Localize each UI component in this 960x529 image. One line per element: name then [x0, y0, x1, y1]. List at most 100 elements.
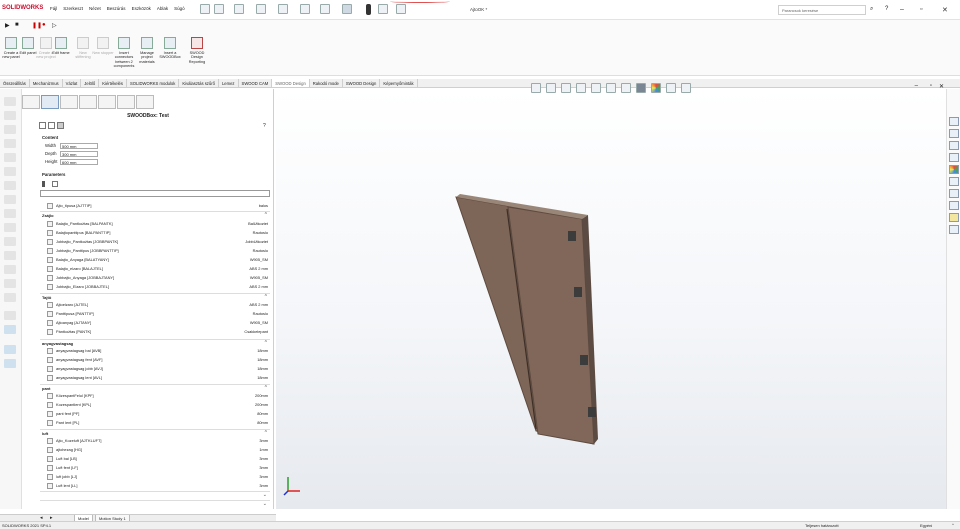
parameter-value[interactable]: ABS 2 mm: [249, 301, 268, 309]
depth-field[interactable]: 300 mm: [60, 151, 98, 157]
table-row[interactable]: ajtohezag [HG] 1mm: [40, 446, 270, 454]
tool-icon[interactable]: [4, 325, 16, 334]
tab-solidworks-addins[interactable]: SOLIDWORKS modulok: [127, 79, 180, 87]
parameter-value[interactable]: JobbUtkoztet: [245, 238, 268, 246]
parameter-value[interactable]: Rautoslo: [253, 229, 268, 237]
table-row[interactable]: Ajto_Kozeluft [AJTKLUFT] 3mm: [40, 437, 270, 445]
custom-properties-icon[interactable]: [949, 177, 959, 186]
tab-mechanism[interactable]: Mechanizmus: [30, 79, 63, 87]
table-row[interactable]: Ajtoelzaro [AJTEL] ABS 2 mm: [40, 301, 270, 309]
menu-item-view[interactable]: Nézet: [89, 6, 101, 11]
graphics-area[interactable]: – ▫ ✕: [276, 83, 946, 509]
table-row[interactable]: Panttipusa [PANTTIP] Rautoslo: [40, 310, 270, 318]
tab-markup[interactable]: Jelölő: [81, 79, 100, 87]
parameter-value[interactable]: 3mm: [259, 464, 268, 472]
help-icon[interactable]: ?: [263, 123, 266, 129]
height-field[interactable]: 600 mm: [60, 159, 98, 165]
tab-evaluate[interactable]: Kiértékelés: [99, 79, 127, 87]
table-row[interactable]: Balajto_elzaro [BALAJTEL] ABS 2 mm: [40, 265, 270, 273]
parameter-value[interactable]: 18mm: [257, 365, 268, 373]
undo-icon[interactable]: [300, 4, 310, 14]
table-row[interactable]: pant fent [PF] 80mm: [40, 410, 270, 418]
tab-rakodo-mode[interactable]: Rakodó mode: [310, 79, 343, 87]
table-row[interactable]: Luft fent [LF] 3mm: [40, 464, 270, 472]
tool-icon[interactable]: [4, 153, 16, 162]
redo-icon[interactable]: [320, 4, 330, 14]
chevron-up-icon[interactable]: ^: [265, 385, 267, 391]
forum-icon[interactable]: [949, 225, 959, 234]
save-icon[interactable]: [256, 4, 266, 14]
tool-icon[interactable]: [4, 223, 16, 232]
stop-icon[interactable]: ■: [15, 22, 19, 28]
tool-icon[interactable]: [4, 311, 16, 320]
parameter-value[interactable]: balos: [259, 202, 268, 210]
table-row[interactable]: anyagvastagsag fent [AVF] 18mm: [40, 356, 270, 364]
parameter-value[interactable]: 18mm: [257, 374, 268, 382]
swood-design-reporting-button[interactable]: SWOOD Design Reporting: [186, 37, 208, 64]
insert-swoodbox-button[interactable]: Insert a SWOODBox: [159, 37, 181, 60]
parameter-value[interactable]: 200mm: [255, 392, 268, 400]
tool-icon[interactable]: [4, 181, 16, 190]
parameter-value[interactable]: 3mm: [259, 455, 268, 463]
tab-swood-cam[interactable]: SWOOD CAM: [239, 79, 273, 87]
parameter-value[interactable]: W905_SM: [250, 256, 268, 264]
menu-item-window[interactable]: Ablak: [157, 6, 168, 11]
cancel-icon[interactable]: [48, 122, 55, 129]
chevron-up-icon[interactable]: ^: [265, 212, 267, 218]
table-row[interactable]: Jobbajto_Pantkoz̈tas [JOBBPANTK] JobbUtko…: [40, 238, 270, 246]
table-row[interactable]: Luft lent [LL] 3mm: [40, 482, 270, 490]
step-icon[interactable]: ▷: [52, 22, 57, 29]
door-model-3d[interactable]: [276, 89, 946, 509]
table-row[interactable]: anyagvastagsag bal [AVB] 18mm: [40, 347, 270, 355]
swood-icon[interactable]: [136, 95, 154, 109]
chevron-up-icon[interactable]: ^: [952, 522, 954, 527]
tool-icon[interactable]: [4, 251, 16, 260]
table-row[interactable]: Jobbajto_Panttipus [JOBBPANTTIP] Rautoslo: [40, 247, 270, 255]
tool-icon[interactable]: [4, 359, 16, 368]
record-icon[interactable]: ●: [42, 22, 46, 28]
tab-assembly[interactable]: Összeállítás: [0, 79, 30, 87]
parameter-value[interactable]: 200mm: [255, 401, 268, 409]
edit-frame-button[interactable]: Edit frame: [50, 37, 72, 55]
chevron-up-icon[interactable]: ^: [265, 340, 267, 346]
parameter-value[interactable]: 80mm: [257, 419, 268, 427]
tool-icon[interactable]: [4, 195, 16, 204]
parameter-value[interactable]: 3mm: [259, 482, 268, 490]
parameter-value[interactable]: Rautoslo: [253, 310, 268, 318]
tab-swood-design-active[interactable]: SWOOD Design: [272, 79, 310, 87]
tool-icon[interactable]: [4, 265, 16, 274]
property-manager-icon[interactable]: [41, 95, 59, 109]
table-row[interactable]: Pántkoz̈tas [PANTK] Csakkelepant: [40, 328, 270, 336]
file-explorer-icon[interactable]: [949, 141, 959, 150]
menu-item-file[interactable]: Fájl: [50, 6, 57, 11]
table-row[interactable]: KözespantFelul [KPF] 200mm: [40, 392, 270, 400]
search-icon[interactable]: ⌕: [870, 6, 873, 13]
parameter-value[interactable]: ABS 2 mm: [249, 265, 268, 273]
tool-icon[interactable]: [4, 97, 16, 106]
parameter-value[interactable]: 1mm: [259, 446, 268, 454]
parameter-value[interactable]: 3mm: [259, 437, 268, 445]
select-cursor-icon[interactable]: [342, 4, 352, 14]
file-properties-icon[interactable]: [378, 4, 388, 14]
width-field[interactable]: 500 mm: [60, 143, 98, 149]
menu-item-tools[interactable]: Eszközök: [132, 6, 151, 11]
collapsed-section[interactable]: ⌄: [40, 500, 270, 509]
chevron-down-icon[interactable]: ⌄: [263, 492, 267, 498]
chevron-up-icon[interactable]: ^: [265, 294, 267, 300]
tab-screenshots[interactable]: Képernyőminták: [380, 79, 418, 87]
new-stiffening-button[interactable]: New stiffening: [72, 37, 94, 60]
dimxpert-icon[interactable]: [79, 95, 97, 109]
table-row[interactable]: luft jobb [LJ] 3mm: [40, 473, 270, 481]
lock-icon[interactable]: [52, 181, 58, 187]
tool-icon[interactable]: [4, 237, 16, 246]
configuration-manager-icon[interactable]: [60, 95, 78, 109]
parameter-value[interactable]: 18mm: [257, 356, 268, 364]
table-row[interactable]: Pant lent [PL] 80mm: [40, 419, 270, 427]
close-icon[interactable]: ✕: [942, 6, 948, 14]
maximize-icon[interactable]: ▫: [920, 6, 922, 13]
menu-item-edit[interactable]: Szerkeszt: [63, 6, 83, 11]
manage-materials-button[interactable]: Manage project materials: [136, 37, 158, 64]
table-row[interactable]: Luft bal [LB] 3mm: [40, 455, 270, 463]
parameter-value[interactable]: W905_SM: [250, 319, 268, 327]
swood-library-icon[interactable]: [949, 189, 959, 198]
